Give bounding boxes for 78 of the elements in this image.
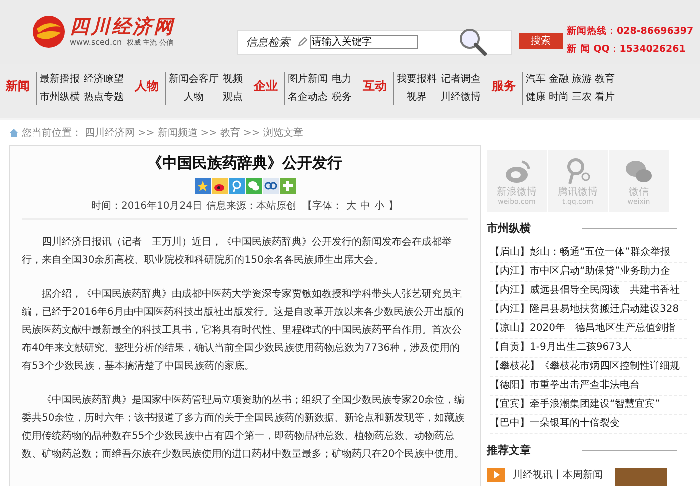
nav-link[interactable]: 汽车 [526,72,546,87]
news-link[interactable]: 【内江】隆昌县易地扶贫搬迁启动建设328 [490,301,687,320]
article-paragraph: 四川经济日报讯（记者 王万川）近日，《中国民族药辞典》公开发行的新闻发布会在成都举行，来自全国30余所高校、职业院校和科研院所的150余名各民族师生出席大会。 [21,236,453,268]
nav-heading-link[interactable]: 新闻 [0,78,36,95]
nav-link[interactable]: 新闻会客厅 [169,72,219,87]
nav-heading-link[interactable]: 互动 [357,78,393,95]
play-icon [487,468,505,482]
search-icon [458,27,488,57]
nav-link[interactable]: 三农 [572,90,592,105]
star-icon[interactable] [194,178,210,194]
nav-link[interactable]: 看片 [595,90,615,105]
wechat-icon[interactable] [246,178,262,194]
nav-link[interactable]: 金融 [549,72,569,87]
section-heading: 市州纵横 [487,221,531,236]
home-icon [9,128,19,138]
nav-link[interactable]: 川经微博 [441,90,481,105]
nav-link[interactable]: 最新播报 [40,72,80,87]
news-link[interactable]: 【德阳】市重拳出击严查非法电台 [490,377,687,396]
nav-link[interactable]: 旅游 [572,72,592,87]
article-title: 《中国民族药辞典》公开发行 [146,154,344,173]
news-link[interactable]: 【自贡】1-9月出生二孩9673人 [490,339,687,358]
bracket-text: 】 [388,200,398,213]
breadcrumb-separator: >> [200,128,218,138]
breadcrumb-link[interactable]: 新闻频道 [158,126,198,140]
breadcrumb-link[interactable]: 教育 [220,126,241,140]
news-link[interactable]: 【眉山】彭山：畅通“五位一体”群众举报 [490,244,687,263]
nav-link[interactable]: 健康 [526,90,546,105]
breadcrumb-link[interactable]: 浏览文章 [263,126,304,140]
search-field[interactable]: 请输入关键字 [310,35,418,49]
breadcrumb-separator: >> [244,128,260,138]
recommended-link[interactable]: 川经视讯丨本周新闻 [513,468,603,482]
site-url: www.sced.cn [70,38,122,48]
breadcrumb-separator: >> [138,128,155,138]
plus-icon[interactable] [280,178,296,194]
nav-link[interactable]: 图片新闻 [288,72,328,87]
nav-link[interactable]: 市州纵横 [40,90,80,105]
nav-link[interactable]: 我要报料 [397,72,437,87]
search-label: 信息检索 [246,34,290,50]
article-paragraph: 《中国民族药辞典》是国家中医药管理局立项资助的丛书；组织了全国少数民族专家20余位，编委共50余位，历时六年；该书报道了多方面的关于全国民族药的新数据、新论点和新发现等，如藏族使用传统药物的品种数在55个少数民族中占有四个第一，即药物品种总数、植物药总数、动物药总数、矿物药总数；而维吾尔族在少数民族使用的进口药材中数量最多；矿物药只在20个民族中使用。 [21,394,466,462]
font-size-link[interactable]: 小 [374,199,384,213]
weibo-icon[interactable] [212,178,228,194]
nav-link[interactable]: 记者调查 [441,72,481,87]
hotline-text: 新闻热线：028-86696397 [567,24,694,39]
nav-link[interactable]: 教育 [595,72,615,87]
article-source: 信息来源：本站原创 [206,200,296,213]
nav-link[interactable]: 热点专题 [84,90,124,105]
nav-link[interactable]: 人物 [184,90,204,105]
nav-heading-link[interactable]: 人物 [129,78,165,95]
font-size-label: 【字体： [302,200,342,213]
news-link[interactable]: 【攀枝花】《攀枝花市炳四区控制性详细规 [490,358,687,377]
nav-heading-link[interactable]: 企业 [248,78,284,95]
font-size-link[interactable]: 大 [346,199,356,213]
nav-link[interactable]: 观点 [223,90,243,105]
article-paragraph: 据介绍，《中国民族药辞典》由成都中医药大学资深专家贾敏如教授和学科带头人张艺研究员主编，已经于2016年6月由中国医药科技出版社出版发行。这是自改革开放以来各少数民族公开出版的民族医药文献中最新最全的科技工具书，它将具有时代性、里程碑式的中国民族药平台作用。首次公布40年来文献研究、整理分析的结果，确认当前全国少数民族使用药物总数为7736种，涉及使用的有53个少数民族，基本搞清楚了中国民族药的家底。 [21,288,465,374]
section-heading: 推荐文章 [487,443,531,458]
hotline-text: 新 闻 QQ：1534026261 [567,42,687,57]
nav-link[interactable]: 税务 [332,90,352,105]
nav-link[interactable]: 时尚 [549,90,569,105]
nav-heading-link[interactable]: 服务 [486,78,522,95]
nav-link[interactable]: 视界 [407,90,427,105]
font-size-link[interactable]: 中 [360,199,370,213]
nav-link[interactable]: 名企动态 [288,90,328,105]
news-link[interactable]: 【凉山】2020年 德昌地区生产总值剑指 [490,320,687,339]
publish-time: 时间：2016年10月24日 [92,200,202,213]
news-link[interactable]: 【内江】市中区启动“助保贷”业务助力企 [490,263,687,282]
news-link[interactable]: 【内江】威远县倡导全民阅读 共建书香社 [490,282,687,301]
swirl-logo-icon [32,15,66,49]
site-logo-text: 四川经济网 [70,16,175,38]
pencil-icon [298,37,308,47]
search-button[interactable]: 搜索 [519,33,563,49]
nav-link[interactable]: 视频 [223,72,243,87]
news-link[interactable]: 【宜宾】牵手浪潮集团建设“智慧宜宾” [490,396,687,415]
breadcrumb-link[interactable]: 四川经济网 [85,126,135,140]
breadcrumb-label: 您当前位置： [22,126,82,140]
news-link[interactable]: 【巴中】一朵银耳的十倍裂变 [490,415,687,434]
nav-link[interactable]: 电力 [332,72,352,87]
nav-link[interactable]: 经济瞭望 [84,72,124,87]
renren-icon[interactable] [262,178,278,194]
